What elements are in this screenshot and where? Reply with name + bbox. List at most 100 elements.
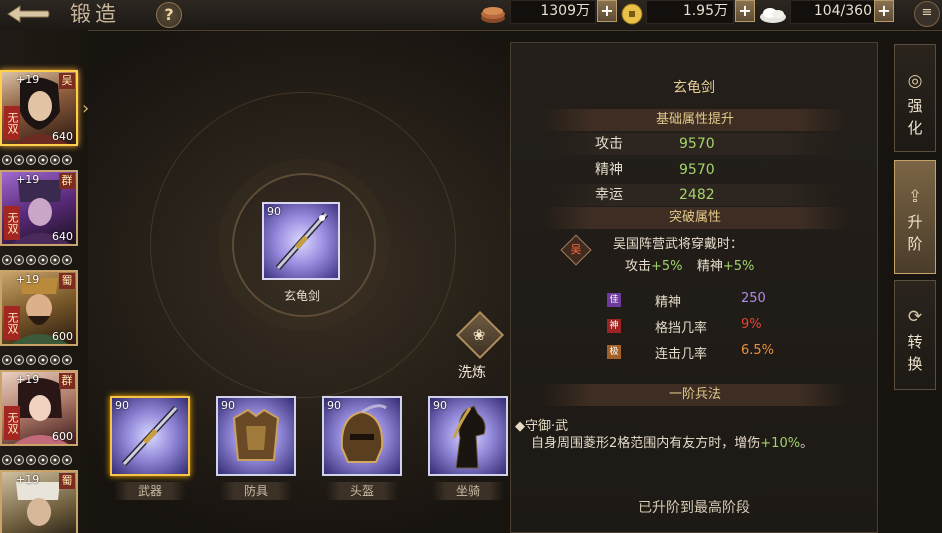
item-level: 90 bbox=[115, 399, 129, 412]
trait-badge: 极 bbox=[607, 345, 621, 359]
stat-name: 幸运 bbox=[595, 187, 623, 203]
slot-label: 头盔 bbox=[326, 482, 398, 500]
convert-icon: ⟳ bbox=[907, 307, 923, 327]
trait-badge: 佳 bbox=[607, 293, 621, 307]
hero-portrait: +19 群 无双 640 bbox=[0, 170, 78, 246]
main-item-name: 玄龟剑 bbox=[283, 289, 320, 303]
add-gold-button[interactable]: + bbox=[735, 0, 755, 22]
coins-icon bbox=[481, 7, 505, 23]
refine-icon: ❀ bbox=[472, 326, 486, 344]
stat-row: 精神 9570 bbox=[551, 159, 841, 181]
stamina-value: 104/360 bbox=[813, 3, 872, 19]
top-bar: 锻造 ? 1309万 + 1.95万 + 104/360 + ≡ bbox=[0, 0, 942, 31]
trait-name: 精神 bbox=[655, 295, 682, 310]
hero-faction: 吴 bbox=[59, 73, 75, 89]
faction-badge-text: 吴 bbox=[570, 243, 582, 256]
hero-level: +19 bbox=[16, 73, 40, 86]
hero-card-5[interactable]: +19 蜀 bbox=[0, 470, 80, 533]
stat-value: 2482 bbox=[679, 187, 715, 203]
hero-tag: 无双 bbox=[4, 306, 20, 340]
page-title: 锻造 bbox=[70, 2, 120, 26]
trait-name: 格挡几率 bbox=[655, 321, 708, 336]
item-level: 90 bbox=[221, 399, 235, 412]
break-bonus: 攻击+5% 精神+5% bbox=[625, 255, 754, 274]
hero-power: 640 bbox=[52, 230, 73, 243]
skill-description: 自身周围菱形2格范围内有友方时，增伤+10%。 bbox=[531, 433, 861, 455]
refine-button[interactable]: ❀ 洗炼 bbox=[455, 310, 505, 382]
item-level: 90 bbox=[327, 399, 341, 412]
hero-tag: 无双 bbox=[4, 406, 20, 440]
panel-title: 玄龟剑 bbox=[673, 80, 715, 96]
slot-label: 武器 bbox=[114, 482, 186, 500]
stat-row: 攻击 9570 bbox=[551, 133, 841, 155]
hero-level: +19 bbox=[16, 373, 40, 386]
skill-name: ◆守御·武 bbox=[515, 419, 569, 434]
trait-row: 极 连击几率 6.5% bbox=[607, 343, 857, 362]
hero-portrait: +19 蜀 无双 600 bbox=[0, 270, 78, 346]
skill-desc-text: 自身周围菱形2格范围内有友方时，增伤 bbox=[531, 436, 761, 451]
slot-label: 防具 bbox=[220, 482, 292, 500]
stat-name: 攻击 bbox=[595, 136, 623, 152]
hero-power: 600 bbox=[52, 330, 73, 343]
hero-portrait: +19 蜀 bbox=[0, 470, 78, 533]
trait-badge: 神 bbox=[607, 319, 621, 333]
upgrade-icon: ⇪ bbox=[907, 187, 923, 207]
trait-name: 连击几率 bbox=[655, 347, 708, 362]
hero-faction: 蜀 bbox=[59, 273, 75, 289]
hero-power: 640 bbox=[52, 130, 73, 143]
item-level: 90 bbox=[267, 205, 281, 218]
hero-faction: 群 bbox=[59, 173, 75, 189]
mount-slot[interactable]: 90 坐骑 bbox=[428, 396, 510, 502]
trait-value: 250 bbox=[741, 291, 766, 306]
tab-label: 升阶 bbox=[907, 213, 923, 253]
breakthrough-header: 突破属性 bbox=[543, 207, 847, 229]
add-coins-button[interactable]: + bbox=[597, 0, 617, 22]
hero-portrait: +19 群 无双 600 bbox=[0, 370, 78, 446]
tab-enhance[interactable]: ◎ 强化 bbox=[894, 44, 936, 152]
bonus-a-name: 攻击 bbox=[625, 259, 652, 274]
hero-roster: +19 吴 无双 640 › +19 群 无双 640 +19 蜀 无双 600… bbox=[0, 30, 89, 533]
slot-frame: 90 bbox=[216, 396, 296, 476]
item-level: 90 bbox=[433, 399, 447, 412]
hero-stars bbox=[2, 450, 74, 465]
tab-label: 转换 bbox=[907, 333, 923, 373]
slot-frame: 90 bbox=[322, 396, 402, 476]
skill-section-header: 一阶兵法 bbox=[543, 384, 847, 406]
main-item-slot[interactable]: 90 bbox=[262, 202, 340, 280]
hero-stars bbox=[2, 250, 74, 265]
hero-faction: 蜀 bbox=[59, 473, 75, 489]
base-attributes-header: 基础属性提升 bbox=[543, 109, 847, 131]
refine-label: 洗炼 bbox=[458, 365, 486, 381]
slot-label: 坐骑 bbox=[432, 482, 504, 500]
add-stamina-button[interactable]: + bbox=[874, 0, 894, 22]
stat-row: 幸运 2482 bbox=[551, 184, 841, 206]
skill-desc-bonus: +10% bbox=[760, 436, 801, 451]
tab-convert[interactable]: ⟳ 转换 bbox=[894, 280, 936, 390]
tab-upgrade[interactable]: ⇪ 升阶 bbox=[894, 160, 936, 274]
slot-frame: 90 bbox=[110, 396, 190, 476]
weapon-slot[interactable]: 90 武器 bbox=[110, 396, 192, 502]
stat-value: 9570 bbox=[679, 136, 715, 152]
bonus-b-name: 精神 bbox=[696, 259, 723, 274]
enhance-icon: ◎ bbox=[907, 71, 923, 91]
help-button[interactable]: ? bbox=[156, 2, 182, 28]
hero-level: +19 bbox=[16, 273, 40, 286]
hero-power: 600 bbox=[52, 430, 73, 443]
hero-faction: 群 bbox=[59, 373, 75, 389]
break-condition: 吴国阵营武将穿戴时： bbox=[613, 237, 744, 252]
helmet-slot[interactable]: 90 头盔 bbox=[322, 396, 404, 502]
gold-value: 1.95万 bbox=[682, 3, 728, 19]
armor-slot[interactable]: 90 防具 bbox=[216, 396, 298, 502]
hero-tag: 无双 bbox=[4, 106, 20, 140]
skill-desc-end: 。 bbox=[800, 436, 814, 451]
trait-value: 9% bbox=[741, 317, 762, 332]
gold-ingot-icon bbox=[621, 3, 643, 25]
trait-row: 佳 精神 250 bbox=[607, 291, 857, 310]
hero-stars bbox=[2, 350, 74, 365]
menu-button[interactable]: ≡ bbox=[914, 1, 940, 27]
back-arrow-icon[interactable] bbox=[4, 2, 52, 26]
stat-value: 9570 bbox=[679, 162, 715, 178]
stamina-icon bbox=[760, 8, 786, 23]
max-tier-notice: 已升阶到最高阶段 bbox=[638, 500, 750, 516]
hero-level: +19 bbox=[16, 473, 40, 486]
